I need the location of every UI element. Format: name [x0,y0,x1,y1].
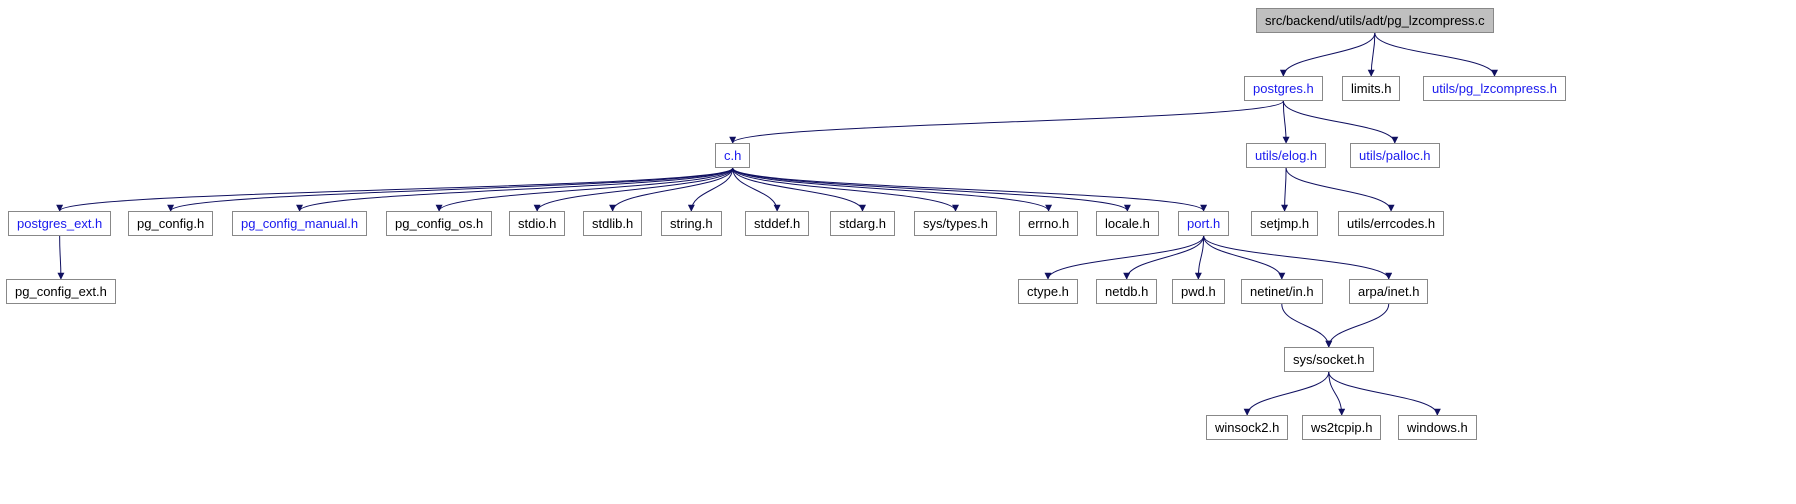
node-stdlib: stdlib.h [583,211,642,236]
edge-root-postgres [1283,33,1374,76]
edge-c_h-sys_types [733,168,956,211]
node-sys_socket: sys/socket.h [1284,347,1374,372]
node-netinet_in: netinet/in.h [1241,279,1323,304]
edge-c_h-postgres_ext [60,168,733,211]
node-limits: limits.h [1342,76,1400,101]
dependency-graph: src/backend/utils/adt/pg_lzcompress.cpos… [0,0,1796,504]
edge-utils_elog-setjmp [1285,168,1287,211]
node-pg_config_ext: pg_config_ext.h [6,279,116,304]
node-utils_errcodes: utils/errcodes.h [1338,211,1444,236]
edge-root-limits [1371,33,1375,76]
node-pg_config: pg_config.h [128,211,213,236]
node-pwd: pwd.h [1172,279,1225,304]
node-stdio: stdio.h [509,211,565,236]
node-root: src/backend/utils/adt/pg_lzcompress.c [1256,8,1494,33]
edge-port-netdb [1127,236,1204,279]
node-postgres[interactable]: postgres.h [1244,76,1323,101]
node-errno: errno.h [1019,211,1078,236]
edge-c_h-port [733,168,1204,211]
edge-postgres-c_h [733,101,1284,143]
node-ws2tcpip: ws2tcpip.h [1302,415,1381,440]
node-windows: windows.h [1398,415,1477,440]
node-locale: locale.h [1096,211,1159,236]
node-pg_config_manual[interactable]: pg_config_manual.h [232,211,367,236]
edge-sys_socket-windows [1329,372,1438,415]
edge-port-pwd [1198,236,1203,279]
node-utils_elog[interactable]: utils/elog.h [1246,143,1326,168]
edge-port-netinet_in [1204,236,1282,279]
edge-sys_socket-ws2tcpip [1329,372,1342,415]
edge-c_h-stdio [537,168,733,211]
node-stddef: stddef.h [745,211,809,236]
node-postgres_ext[interactable]: postgres_ext.h [8,211,111,236]
edge-c_h-locale [733,168,1128,211]
node-stdarg: stdarg.h [830,211,895,236]
edge-utils_elog-utils_errcodes [1286,168,1391,211]
edge-port-ctype [1048,236,1204,279]
edge-c_h-pg_config_manual [300,168,733,211]
edge-c_h-errno [733,168,1049,211]
node-port[interactable]: port.h [1178,211,1229,236]
node-winsock2: winsock2.h [1206,415,1288,440]
node-pg_config_os: pg_config_os.h [386,211,492,236]
edge-c_h-pg_config_os [439,168,733,211]
edge-c_h-stdarg [733,168,863,211]
edge-netinet_in-sys_socket [1282,304,1329,347]
node-netdb: netdb.h [1096,279,1157,304]
edge-postgres_ext-pg_config_ext [60,236,61,279]
edge-postgres-utils_elog [1283,101,1286,143]
edge-c_h-stddef [733,168,777,211]
edge-arpa_inet-sys_socket [1329,304,1389,347]
node-utils_palloc[interactable]: utils/palloc.h [1350,143,1440,168]
edge-postgres-utils_palloc [1283,101,1394,143]
edge-port-arpa_inet [1204,236,1389,279]
edge-sys_socket-winsock2 [1247,372,1329,415]
edge-c_h-pg_config [171,168,733,211]
node-string: string.h [661,211,722,236]
node-sys_types: sys/types.h [914,211,997,236]
node-setjmp: setjmp.h [1251,211,1318,236]
edge-c_h-stdlib [613,168,733,211]
node-utils_pg_lz[interactable]: utils/pg_lzcompress.h [1423,76,1566,101]
edge-c_h-string [691,168,732,211]
node-c_h[interactable]: c.h [715,143,750,168]
edge-root-utils_pg_lz [1375,33,1495,76]
node-arpa_inet: arpa/inet.h [1349,279,1428,304]
node-ctype: ctype.h [1018,279,1078,304]
